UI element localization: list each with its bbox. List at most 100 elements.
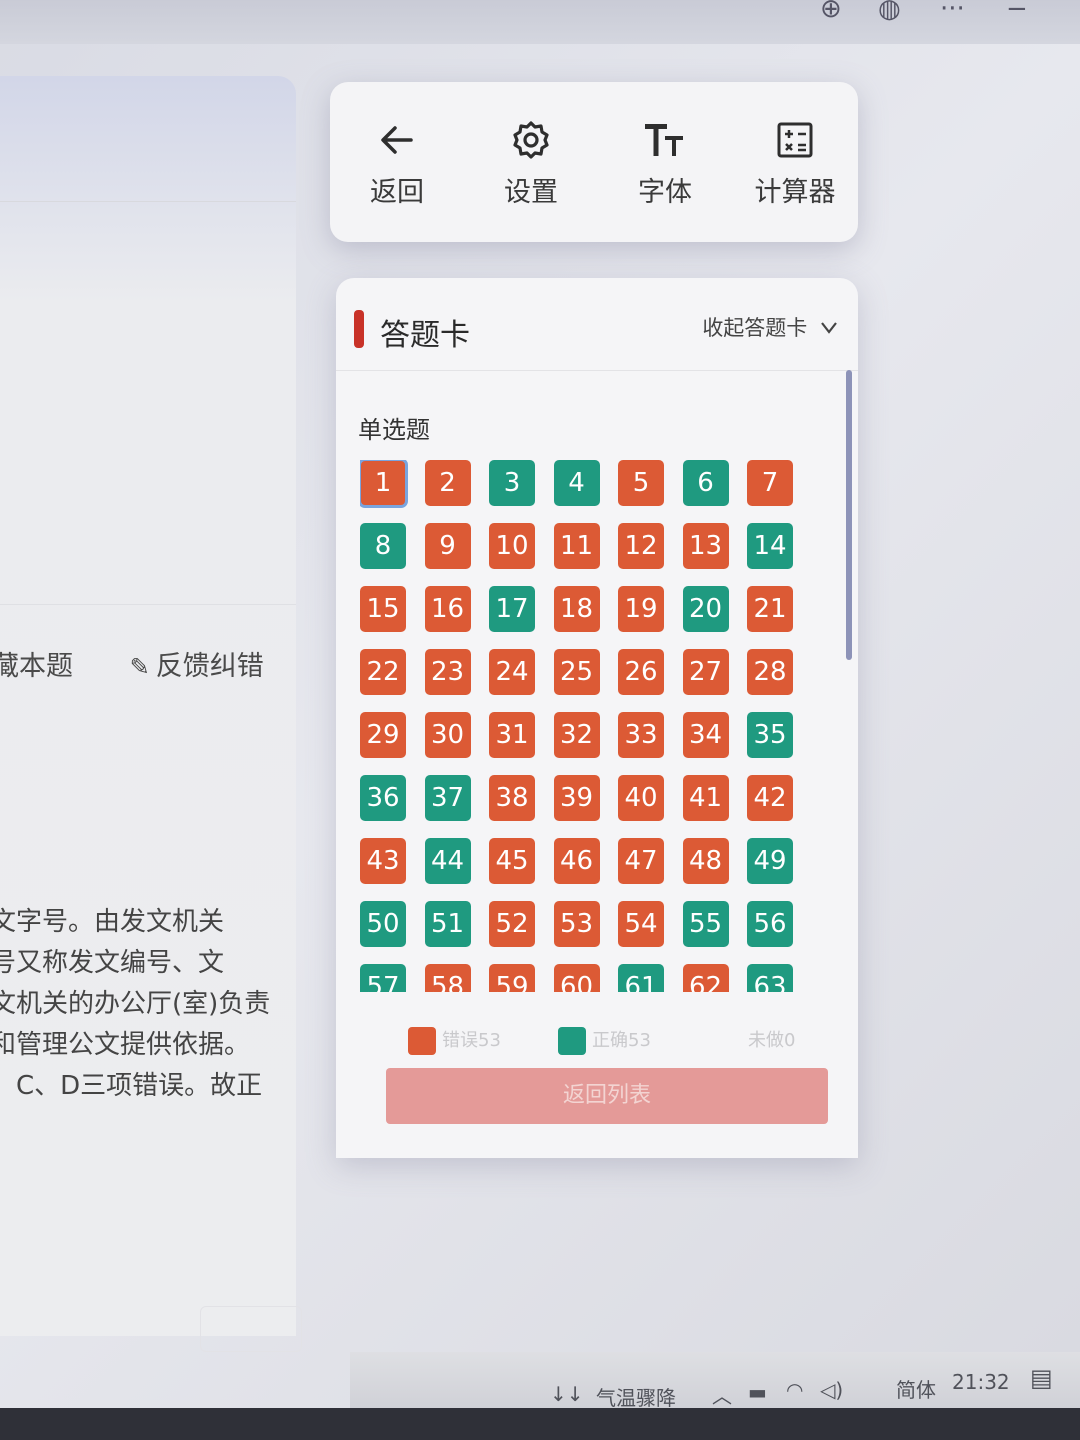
question-number-button[interactable]: 55 [682,901,729,947]
collapse-answer-card-button[interactable]: 收起答题卡 [702,312,838,342]
question-number-button[interactable]: 37 [424,775,471,821]
more-icon[interactable]: ··· [940,0,965,24]
question-number-button[interactable]: 51 [424,901,471,947]
minimize-icon[interactable]: − [1006,0,1028,24]
back-to-list-button[interactable]: 返回列表 [386,1068,828,1124]
question-number-button[interactable]: 16 [424,586,471,632]
notification-icon[interactable]: ▤ [1030,1364,1053,1392]
question-number-button[interactable]: 22 [360,649,406,695]
gear-icon [476,116,586,164]
question-number-button[interactable]: 9 [424,523,471,569]
question-number-button[interactable]: 30 [424,712,471,758]
question-number-button[interactable]: 41 [682,775,729,821]
question-number-button[interactable]: 13 [682,523,729,569]
download-icon[interactable]: ⊕ [820,0,842,24]
weather-label[interactable]: 气温骤降 [596,1382,676,1411]
legend-unanswered-label: 未做0 [748,1030,796,1051]
question-number-button[interactable]: 58 [424,964,471,992]
pen-icon: ✎ [129,653,150,681]
question-number-button[interactable]: 60 [553,964,600,992]
question-number-button[interactable]: 12 [618,523,664,569]
question-number-button[interactable]: 21 [747,586,793,632]
ime-indicator[interactable]: 简体 [896,1374,936,1403]
question-number-button[interactable]: 52 [489,901,535,947]
question-number-button[interactable]: 7 [747,460,793,506]
question-number-button[interactable]: 45 [489,838,535,884]
question-number-button[interactable]: 4 [553,460,600,506]
question-number-button[interactable]: 56 [747,901,793,947]
question-number-button[interactable]: 17 [489,586,535,632]
question-number-button[interactable]: 48 [682,838,729,884]
explanation-line: 、C、D三项错误。故正 [0,1071,263,1101]
question-number-button[interactable]: 2 [424,460,471,506]
question-number-button[interactable]: 23 [424,649,471,695]
calculator-button[interactable]: 计算器 [740,116,850,209]
question-number-button[interactable]: 44 [424,838,471,884]
question-number-button[interactable]: 63 [747,964,793,992]
chevron-up-icon[interactable]: ︿ [712,1380,732,1409]
right-swatch [558,1027,586,1055]
battery-icon[interactable]: ▬ [748,1380,767,1404]
question-number-button[interactable]: 54 [618,901,664,947]
question-number-button[interactable]: 39 [553,775,600,821]
question-number-button[interactable]: 3 [489,460,535,506]
question-number-button[interactable]: 43 [360,838,406,884]
question-number-button[interactable]: 27 [682,649,729,695]
settings-button[interactable]: 设置 [476,116,586,209]
question-number-button[interactable]: 5 [618,460,664,506]
question-number-button[interactable]: 40 [618,775,664,821]
legend-right-label: 正确53 [592,1030,651,1051]
question-number-button[interactable]: 26 [618,649,664,695]
question-number-button[interactable]: 49 [747,838,793,884]
wrong-swatch [408,1027,436,1055]
question-number-button[interactable]: 14 [747,523,793,569]
question-number-button[interactable]: 29 [360,712,406,758]
question-number-button[interactable]: 34 [682,712,729,758]
back-button[interactable]: 返回 [342,116,452,209]
explanation-line: 和管理公文提供依据。 [0,1030,251,1060]
divider [0,201,296,202]
collect-button[interactable]: 藏本题 [0,651,73,682]
question-number-button[interactable]: 18 [553,586,600,632]
question-number-button[interactable]: 6 [682,460,729,506]
browser-top-strip: ⊕ ◍ ··· − [0,0,1080,44]
question-number-button[interactable]: 8 [360,523,406,569]
question-number-button[interactable]: 38 [489,775,535,821]
question-number-button[interactable]: 59 [489,964,535,992]
question-number-button[interactable]: 10 [489,523,535,569]
question-number-button[interactable]: 35 [747,712,793,758]
globe-icon[interactable]: ◍ [878,0,901,24]
question-number-button[interactable]: 57 [360,964,406,992]
question-number-button[interactable]: 25 [553,649,600,695]
question-number-button[interactable]: 47 [618,838,664,884]
collapse-label: 收起答题卡 [702,316,808,340]
font-button[interactable]: 字体 [610,116,720,209]
question-number-button[interactable]: 1 [360,460,408,508]
legend-right: 正确53 [558,1026,651,1055]
clock[interactable]: 21:32 [952,1370,1010,1394]
question-number-button[interactable]: 42 [747,775,793,821]
question-number-button[interactable]: 61 [618,964,664,992]
feedback-button[interactable]: ✎ 反馈纠错 [130,651,312,682]
explanation-line: 号又称发文编号、文 [0,948,225,978]
question-number-button[interactable]: 62 [682,964,729,992]
question-number-button[interactable]: 46 [553,838,600,884]
question-number-button[interactable]: 24 [489,649,535,695]
question-number-button[interactable]: 50 [360,901,406,947]
wifi-icon[interactable]: ◠ [786,1378,803,1402]
question-number-button[interactable]: 31 [489,712,535,758]
answer-card-header: 答题卡 收起答题卡 [336,278,858,371]
legend: 错误53 正确53 未做0 [408,1020,828,1060]
question-number-button[interactable]: 32 [553,712,600,758]
question-number-button[interactable]: 33 [618,712,664,758]
question-number-button[interactable]: 53 [553,901,600,947]
question-number-button[interactable]: 19 [618,586,664,632]
question-number-button[interactable]: 20 [682,586,729,632]
question-number-button[interactable]: 28 [747,649,793,695]
back-label: 返回 [370,177,424,208]
volume-icon[interactable]: ◁) [820,1378,843,1402]
scrollbar[interactable] [846,370,852,660]
question-number-button[interactable]: 15 [360,586,406,632]
question-number-button[interactable]: 36 [360,775,406,821]
question-number-button[interactable]: 11 [553,523,600,569]
